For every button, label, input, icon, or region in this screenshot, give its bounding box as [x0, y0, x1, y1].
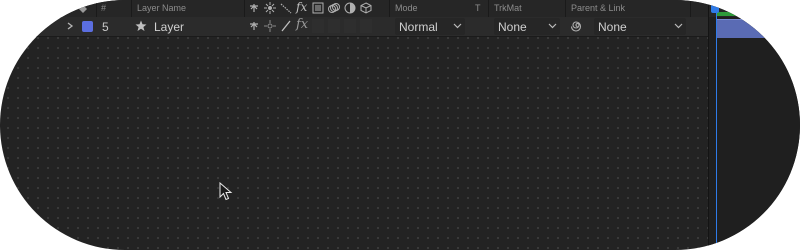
mode-dropdown[interactable]: Normal [395, 18, 465, 35]
parent-value: None [598, 20, 627, 34]
motion-blur-switch[interactable] [328, 19, 340, 33]
mode-value: Normal [399, 20, 438, 34]
shy-switch-icon[interactable] [248, 20, 260, 32]
star-icon [135, 20, 147, 31]
layer-number: 5 [102, 20, 109, 34]
chevron-down-icon [453, 23, 462, 29]
layer-row[interactable]: 5 Layer fx Normal None None [0, 17, 708, 37]
mode-column-header[interactable]: Mode [395, 3, 418, 13]
mouse-cursor-icon [219, 182, 233, 201]
chevron-down-icon [674, 23, 683, 29]
trkmat-column-header[interactable]: TrkMat [494, 3, 522, 13]
playhead-handle[interactable] [711, 3, 719, 13]
collapse-switch-icon[interactable] [264, 20, 276, 32]
label-color-swatch[interactable] [82, 21, 93, 32]
fx-switch-icon[interactable]: fx [296, 17, 308, 32]
timeline-area[interactable] [708, 0, 800, 250]
column-header: # Layer Name fx Mode T TrkMat Parent & L… [0, 0, 708, 18]
adjustment-icon[interactable] [344, 2, 356, 14]
quality-icon[interactable] [280, 2, 292, 14]
adjustment-switch[interactable] [344, 19, 356, 33]
quality-switch-icon[interactable] [280, 20, 292, 32]
t-column-header[interactable]: T [475, 3, 481, 13]
layer-name[interactable]: Layer [154, 20, 184, 34]
label-header-icon[interactable] [78, 5, 88, 13]
chevron-down-icon [548, 23, 557, 29]
timeline-panel: # Layer Name fx Mode T TrkMat Parent & L… [0, 0, 800, 250]
frame-blend-switch[interactable] [312, 19, 324, 33]
work-area-bar[interactable] [717, 12, 800, 16]
expand-chevron-icon[interactable] [66, 22, 74, 30]
collapse-icon[interactable] [264, 2, 276, 14]
3d-icon[interactable] [360, 2, 372, 14]
layer-name-column-header[interactable]: Layer Name [137, 3, 186, 13]
frame-blend-icon[interactable] [312, 2, 324, 14]
motion-blur-icon[interactable] [328, 2, 340, 14]
trkmat-dropdown[interactable]: None [494, 18, 560, 35]
shy-icon[interactable] [248, 2, 260, 14]
fx-icon[interactable]: fx [296, 0, 308, 14]
3d-switch[interactable] [360, 19, 372, 33]
parent-link-column-header[interactable]: Parent & Link [571, 3, 625, 13]
layer-duration-bar[interactable] [717, 19, 800, 38]
trkmat-value: None [498, 20, 527, 34]
number-column-header[interactable]: # [101, 3, 106, 13]
playhead-line[interactable] [716, 0, 717, 250]
pick-whip-icon[interactable] [571, 20, 584, 33]
parent-dropdown[interactable]: None [594, 18, 686, 35]
